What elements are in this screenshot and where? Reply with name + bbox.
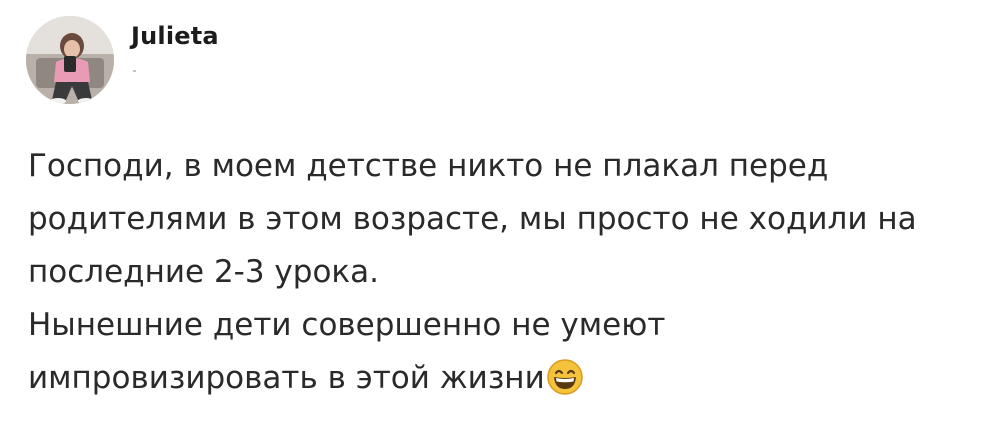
post-body: Господи, в моем детстве никто не плакал … (28, 140, 978, 405)
post-line: Нынешние дети совершенно не умеют (28, 307, 666, 343)
avatar-photo (26, 16, 114, 104)
post-line-last: импровизировать в этой жизни (28, 352, 978, 405)
avatar[interactable] (26, 16, 114, 104)
post-line: последние 2-3 урока. (28, 254, 379, 290)
post-line: родителями в этом возрасте, мы просто не… (28, 201, 917, 237)
post-line: Господи, в моем детстве никто не плакал … (28, 148, 829, 184)
author-name[interactable]: Julieta (131, 22, 219, 50)
post-card: Julieta Господи, в моем детстве никто не… (0, 0, 1000, 436)
grinning-face-emoji-icon (546, 358, 584, 396)
post-line-text: импровизировать в этой жизни (28, 360, 545, 396)
timestamp-placeholder (133, 70, 136, 72)
